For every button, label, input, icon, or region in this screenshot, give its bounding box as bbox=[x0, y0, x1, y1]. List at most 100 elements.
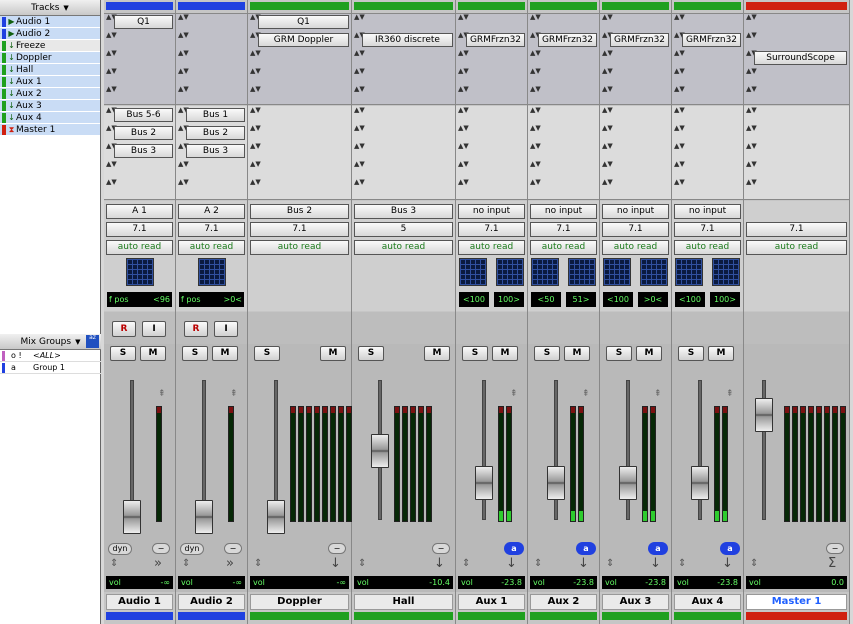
insert-slot[interactable]: ▲▼ bbox=[250, 50, 349, 65]
insert-slot[interactable]: ▲▼ bbox=[178, 68, 245, 83]
insert-slot[interactable]: ▲▼ bbox=[602, 68, 669, 83]
send-slot[interactable]: ▲▼ bbox=[530, 179, 597, 194]
insert-slot[interactable]: ▲▼ bbox=[106, 50, 173, 65]
record-enable-button[interactable]: R bbox=[184, 321, 208, 337]
track-name-button[interactable]: Master 1 bbox=[746, 594, 847, 610]
insert-button[interactable]: GRMFrzn32 bbox=[610, 32, 669, 47]
surround-panner-right[interactable] bbox=[496, 258, 524, 286]
automation-mode[interactable]: auto read bbox=[250, 240, 349, 255]
tracks-header[interactable]: Tracks ▼ bbox=[0, 0, 100, 16]
solo-button[interactable]: S bbox=[254, 346, 280, 361]
insert-button[interactable]: GRMFrzn32 bbox=[466, 32, 525, 47]
send-slot[interactable]: ▲▼ bbox=[530, 143, 597, 158]
insert-button[interactable]: GRM Doppler bbox=[258, 32, 349, 47]
send-slot[interactable]: ▲▼ bbox=[746, 179, 847, 194]
send-slot[interactable]: ▲▼ Bus 5-6 bbox=[106, 107, 173, 122]
send-slot[interactable]: ▲▼ bbox=[674, 161, 741, 176]
surround-panner[interactable] bbox=[126, 258, 154, 286]
solo-button[interactable]: S bbox=[358, 346, 384, 361]
track-name-button[interactable]: Audio 2 bbox=[178, 594, 245, 610]
insert-slot[interactable]: ▲▼ bbox=[602, 14, 669, 29]
solo-button[interactable]: S bbox=[110, 346, 136, 361]
send-slot[interactable]: ▲▼ bbox=[250, 161, 349, 176]
send-slot[interactable]: ▲▼ bbox=[354, 179, 453, 194]
input-selector[interactable]: A 1 bbox=[106, 204, 173, 219]
insert-slot[interactable]: ▲▼ bbox=[354, 14, 453, 29]
send-slot[interactable]: ▲▼ bbox=[458, 179, 525, 194]
group-indicator[interactable]: − bbox=[328, 543, 346, 554]
insert-slot[interactable]: ▲▼ bbox=[458, 86, 525, 101]
insert-slot[interactable]: ▲▼ bbox=[178, 14, 245, 29]
insert-slot[interactable]: ▲▼ bbox=[674, 68, 741, 83]
output-selector[interactable]: 7.1 bbox=[178, 222, 245, 237]
automation-mode[interactable]: auto read bbox=[354, 240, 453, 255]
send-slot[interactable]: ▲▼ Bus 2 bbox=[106, 125, 173, 140]
send-slot[interactable]: ▲▼ bbox=[250, 179, 349, 194]
mix-groups-header[interactable]: Mix Groups ▼ az bbox=[0, 334, 101, 350]
solo-button[interactable]: S bbox=[534, 346, 560, 361]
insert-slot[interactable]: ▲▼ bbox=[602, 86, 669, 101]
volume-fader[interactable] bbox=[691, 466, 709, 500]
dyn-button[interactable]: dyn bbox=[180, 543, 204, 555]
insert-slot[interactable]: ▲▼ bbox=[674, 50, 741, 65]
insert-slot[interactable]: ▲▼ bbox=[530, 14, 597, 29]
automation-mode[interactable]: auto read bbox=[530, 240, 597, 255]
insert-button[interactable]: Q1 bbox=[258, 14, 349, 29]
group-badge[interactable]: a bbox=[648, 542, 668, 555]
mute-button[interactable]: M bbox=[212, 346, 238, 361]
input-monitor-button[interactable]: I bbox=[142, 321, 166, 337]
track-name-button[interactable]: Aux 4 bbox=[674, 594, 741, 610]
solo-button[interactable]: S bbox=[462, 346, 488, 361]
send-slot[interactable]: ▲▼ Bus 3 bbox=[106, 143, 173, 158]
insert-button[interactable]: GRMFrzn32 bbox=[538, 32, 597, 47]
insert-slot[interactable]: ▲▼ bbox=[458, 68, 525, 83]
insert-slot[interactable]: ▲▼ bbox=[746, 14, 847, 29]
output-selector[interactable]: 7.1 bbox=[106, 222, 173, 237]
group-indicator[interactable]: − bbox=[152, 543, 170, 554]
automation-mode[interactable]: auto read bbox=[674, 240, 741, 255]
track-name-button[interactable]: Doppler bbox=[250, 594, 349, 610]
volume-fader[interactable] bbox=[123, 500, 141, 534]
insert-slot[interactable]: ▲▼ GRM Doppler bbox=[250, 32, 349, 47]
insert-slot[interactable]: ▲▼ GRMFrzn32 bbox=[602, 32, 669, 47]
insert-slot[interactable]: ▲▼ bbox=[106, 32, 173, 47]
insert-slot[interactable]: ▲▼ bbox=[746, 32, 847, 47]
insert-slot[interactable]: ▲▼ bbox=[178, 32, 245, 47]
insert-slot[interactable]: ▲▼ bbox=[106, 86, 173, 101]
automation-mode[interactable]: auto read bbox=[458, 240, 525, 255]
sort-az-icon[interactable]: az bbox=[86, 335, 99, 348]
insert-slot[interactable]: ▲▼ bbox=[250, 86, 349, 101]
insert-slot[interactable]: ▲▼ bbox=[458, 50, 525, 65]
insert-slot[interactable]: ▲▼ bbox=[178, 50, 245, 65]
insert-slot[interactable]: ▲▼ bbox=[250, 68, 349, 83]
solo-button[interactable]: S bbox=[606, 346, 632, 361]
track-list-item[interactable]: ⧗ Master 1 bbox=[0, 124, 100, 136]
input-selector[interactable]: A 2 bbox=[178, 204, 245, 219]
volume-fader[interactable] bbox=[547, 466, 565, 500]
output-selector[interactable]: 7.1 bbox=[458, 222, 525, 237]
mute-button[interactable]: M bbox=[492, 346, 518, 361]
automation-mode[interactable]: auto read bbox=[178, 240, 245, 255]
send-slot[interactable]: ▲▼ bbox=[250, 143, 349, 158]
track-list-item[interactable]: ↓ Aux 1 bbox=[0, 76, 100, 88]
group-indicator[interactable]: − bbox=[224, 543, 242, 554]
insert-slot[interactable]: ▲▼ Q1 bbox=[106, 14, 173, 29]
insert-button[interactable]: GRMFrzn32 bbox=[682, 32, 741, 47]
input-selector[interactable]: no input bbox=[458, 204, 525, 219]
volume-fader[interactable] bbox=[755, 398, 773, 432]
mute-button[interactable]: M bbox=[708, 346, 734, 361]
surround-panner-right[interactable] bbox=[640, 258, 668, 286]
send-slot[interactable]: ▲▼ bbox=[458, 107, 525, 122]
insert-button[interactable]: SurroundScope bbox=[754, 50, 847, 65]
insert-slot[interactable]: ▲▼ IR360 discrete bbox=[354, 32, 453, 47]
input-selector[interactable]: no input bbox=[530, 204, 597, 219]
mix-group-item[interactable]: o ! <ALL> bbox=[0, 350, 101, 362]
volume-fader[interactable] bbox=[267, 500, 285, 534]
send-slot[interactable]: ▲▼ bbox=[746, 107, 847, 122]
solo-button[interactable]: S bbox=[678, 346, 704, 361]
insert-slot[interactable]: ▲▼ bbox=[746, 68, 847, 83]
insert-slot[interactable]: ▲▼ bbox=[674, 14, 741, 29]
send-slot[interactable]: ▲▼ bbox=[106, 179, 173, 194]
send-slot[interactable]: ▲▼ bbox=[354, 107, 453, 122]
surround-panner-right[interactable] bbox=[712, 258, 740, 286]
